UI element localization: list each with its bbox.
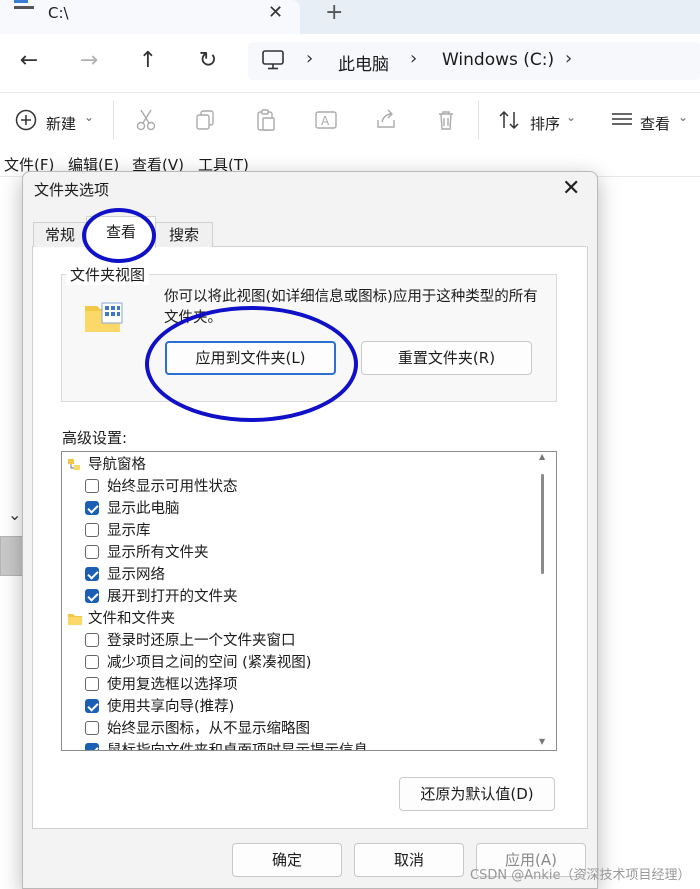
share-icon[interactable] (374, 108, 398, 132)
checkbox[interactable] (85, 567, 99, 581)
ok-button[interactable]: 确定 (232, 843, 342, 877)
scroll-thumb[interactable] (541, 474, 544, 574)
settings-item-label: 鼠标指向文件夹和桌面项时显示提示信息 (107, 743, 368, 751)
view-icon[interactable] (610, 108, 634, 132)
close-tab-icon[interactable]: ✕ (268, 2, 283, 23)
toolbar-divider (113, 100, 114, 140)
settings-item-label: 登录时还原上一个文件夹窗口 (107, 633, 296, 649)
settings-item-label: 减少项目之间的空间 (紧凑视图) (107, 655, 312, 671)
copy-icon[interactable] (194, 108, 218, 132)
navigation-pane-icon (68, 459, 80, 470)
settings-item-label: 文件和文件夹 (88, 611, 175, 627)
checkbox[interactable] (85, 501, 99, 515)
checkbox[interactable] (85, 545, 99, 559)
settings-item-label: 导航窗格 (88, 457, 146, 473)
close-icon[interactable]: ✕ (562, 176, 580, 201)
sort-icon[interactable] (498, 108, 522, 132)
reset-folders-button[interactable]: 重置文件夹(R) (361, 341, 532, 375)
forward-arrow-icon[interactable]: → (74, 48, 104, 73)
chevron-down-icon: ⌄ (84, 110, 95, 124)
settings-item-label: 始终显示可用性状态 (107, 479, 238, 495)
checkbox[interactable] (85, 721, 99, 735)
rename-icon[interactable]: A (314, 108, 338, 132)
apply-to-folders-button[interactable]: 应用到文件夹(L) (165, 341, 336, 375)
settings-item-label: 显示所有文件夹 (107, 545, 209, 561)
computer-icon (262, 50, 284, 70)
up-arrow-icon[interactable]: ↑ (133, 48, 163, 73)
tab-search[interactable]: 搜索 (155, 222, 213, 247)
tab-c-drive[interactable] (0, 0, 300, 34)
restore-defaults-button[interactable]: 还原为默认值(D) (399, 777, 555, 811)
checkbox[interactable] (85, 633, 99, 647)
checkbox[interactable] (85, 699, 99, 713)
folder-views-description: 你可以将此视图(如详细信息或图标)应用于这种类型的所有文件夹。 (164, 289, 538, 326)
view-button[interactable]: 查看 (640, 113, 670, 134)
chevron-down-icon: ⌄ (566, 110, 577, 124)
new-tab-icon[interactable]: + (325, 0, 343, 25)
folder-views-title: 文件夹视图 (66, 264, 150, 285)
chevron-down-icon[interactable]: ⌄ (8, 505, 21, 524)
tab-general[interactable]: 常规 (33, 222, 87, 247)
advanced-settings-list[interactable]: 导航窗格始终显示可用性状态 显示此电脑显示库显示所有文件夹 显示网络展开到打开的文件… (61, 451, 557, 751)
settings-item-label: 使用复选框以选择项 (107, 677, 238, 693)
checkbox[interactable] (85, 479, 99, 493)
file-explorer-icon (14, 0, 34, 12)
settings-item-label: 显示网络 (107, 567, 165, 583)
refresh-icon[interactable]: ↻ (193, 48, 223, 73)
folder-view-icon (85, 302, 123, 332)
nav-pane-selection[interactable] (0, 536, 24, 576)
chevron-down-icon: ⌄ (678, 110, 689, 124)
tab-title: C:\ (48, 4, 69, 22)
toolbar-divider (478, 100, 479, 140)
breadcrumb-this-pc[interactable]: 此电脑 (338, 50, 389, 75)
dialog-title: 文件夹选项 (34, 181, 110, 199)
settings-item-label: 显示库 (107, 523, 151, 539)
back-arrow-icon[interactable]: ← (14, 48, 44, 73)
cancel-button[interactable]: 取消 (354, 843, 464, 877)
plus-circle-icon[interactable] (14, 108, 38, 132)
checkbox[interactable] (85, 523, 99, 537)
watermark: CSDN @Ankie（资深技术项目经理） (470, 868, 691, 883)
command-bar (0, 92, 700, 153)
folder-icon (68, 614, 82, 625)
paste-icon[interactable] (254, 108, 278, 132)
breadcrumb-separator: › (410, 48, 418, 69)
checkbox[interactable] (85, 589, 99, 603)
tab-view[interactable]: 查看 (86, 216, 156, 248)
breadcrumb-c-drive[interactable]: Windows (C:) (442, 50, 554, 70)
breadcrumb-separator: › (565, 48, 573, 69)
scroll-up-icon[interactable]: ▲ (539, 452, 545, 461)
checkbox[interactable] (85, 743, 99, 750)
breadcrumb-separator: › (306, 48, 314, 69)
settings-item-label: 使用共享向导(推荐) (107, 699, 235, 715)
checkbox[interactable] (85, 655, 99, 669)
checkbox[interactable] (85, 677, 99, 691)
settings-item-label: 始终显示图标，从不显示缩略图 (107, 721, 310, 737)
sort-button[interactable]: 排序 (530, 113, 560, 134)
scroll-down-icon[interactable]: ▼ (539, 737, 545, 746)
new-button[interactable]: 新建 (46, 113, 76, 134)
settings-item-label: 展开到打开的文件夹 (107, 589, 238, 605)
settings-item-label: 显示此电脑 (107, 501, 180, 517)
advanced-settings-label: 高级设置: (62, 429, 128, 447)
delete-icon[interactable] (434, 108, 458, 132)
svg-text:A: A (321, 114, 330, 128)
cut-icon[interactable] (134, 108, 158, 132)
